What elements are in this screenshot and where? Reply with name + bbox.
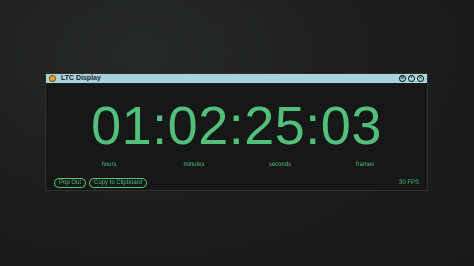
ltc-display-window: LTC Display ⚙ • × 01:02:25:03 hours minu… [45, 73, 428, 191]
hours-label: hours [101, 162, 117, 168]
window-title: LTC Display [61, 74, 101, 82]
settings-icon[interactable]: ⚙ [399, 75, 406, 82]
window-footer: Pop Out Copy to Clipboard 30 FPS [54, 178, 419, 188]
fps-readout: 30 FPS [398, 180, 419, 186]
timecode-labels: hours minutes seconds frames [46, 162, 427, 172]
timecode-display: 01:02:25:03 [91, 96, 382, 156]
app-status-icon [49, 75, 56, 82]
copy-to-clipboard-button[interactable]: Copy to Clipboard [89, 178, 148, 188]
pin-icon[interactable]: • [408, 75, 415, 82]
pop-out-button[interactable]: Pop Out [54, 178, 87, 188]
frames-label: frames [355, 162, 375, 168]
minutes-label: minutes [183, 162, 205, 168]
close-icon[interactable]: × [417, 75, 424, 82]
seconds-label: seconds [268, 162, 292, 168]
window-titlebar[interactable]: LTC Display ⚙ • × [46, 74, 427, 84]
